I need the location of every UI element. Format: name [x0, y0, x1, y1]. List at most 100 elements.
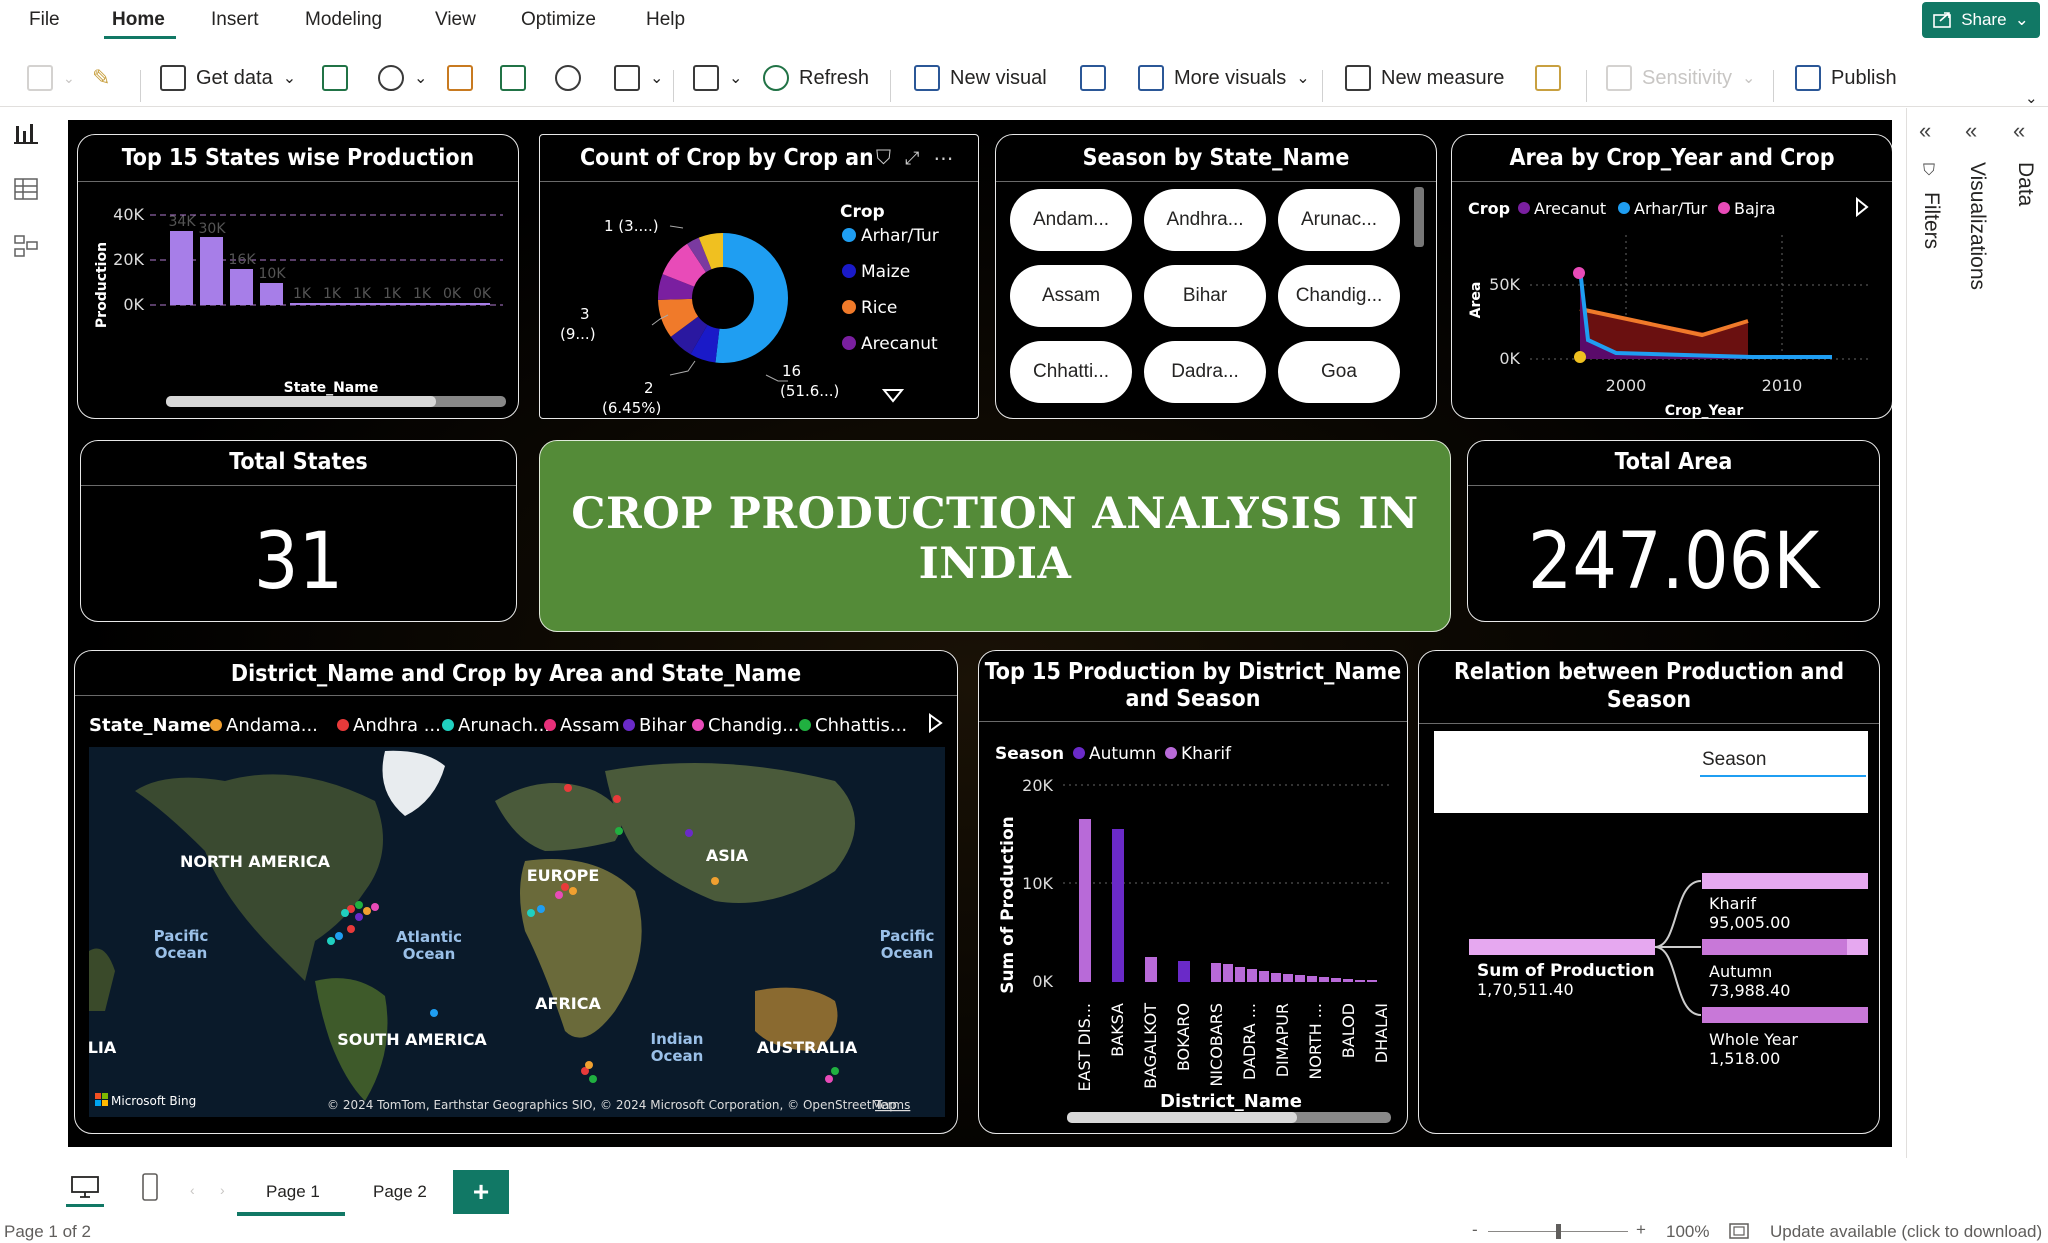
legend-marker	[442, 719, 454, 731]
publish-label: Publish	[1831, 66, 1897, 89]
tree-node-label: Autumn	[1709, 962, 1772, 981]
transform-data-button[interactable]: ⌄	[693, 62, 742, 94]
area-year-chart[interactable]: Area by Crop_Year and Crop Crop Arecanut…	[1451, 134, 1892, 419]
slicer-pill[interactable]: Chandig...	[1278, 265, 1400, 327]
slicer-pill[interactable]: Chhatti...	[1010, 341, 1132, 403]
more-visuals-button[interactable]: More visuals ⌄	[1138, 62, 1310, 94]
fit-to-page-icon[interactable]	[1728, 1222, 1750, 1240]
format-painter-button[interactable]: ✎	[92, 62, 110, 94]
menu-modeling[interactable]: Modeling	[305, 9, 382, 31]
prev-page-icon[interactable]: ‹	[190, 1182, 195, 1198]
legend-marker	[1165, 747, 1177, 759]
menu-file[interactable]: File	[29, 9, 60, 31]
slicer-pill[interactable]: Andam...	[1010, 189, 1132, 251]
menu-home[interactable]: Home	[112, 9, 165, 31]
legend-item: Arecanut	[861, 334, 938, 354]
slice-label: 1 (3....)	[604, 217, 659, 235]
expand-visualizations-icon[interactable]: «	[1965, 118, 1977, 144]
menu-help[interactable]: Help	[646, 9, 685, 31]
table-icon	[500, 65, 526, 91]
total-states-card[interactable]: Total States 31	[80, 440, 517, 622]
bar	[1367, 980, 1377, 982]
season-state-slicer[interactable]: Season by State_Name Andam... Andhra... …	[995, 134, 1437, 419]
x-tick: 2010	[1762, 376, 1803, 395]
legend-item: Arhar/Tur	[1634, 199, 1708, 218]
tree-node-value: 73,988.40	[1709, 981, 1790, 1000]
quick-measure-button[interactable]	[1535, 62, 1561, 94]
legend-title: State_Name	[89, 715, 211, 736]
slicer-pill[interactable]: Bihar	[1144, 265, 1266, 327]
menu-view[interactable]: View	[435, 9, 476, 31]
zoom-in-button[interactable]: +	[1636, 1220, 1646, 1240]
slicer-pill[interactable]: Arunac...	[1278, 189, 1400, 251]
legend-marker	[544, 719, 556, 731]
zoom-slider-thumb[interactable]	[1556, 1224, 1561, 1239]
bar	[290, 303, 490, 305]
visualizations-pane-tab[interactable]: Visualizations	[1965, 162, 1989, 290]
update-available-link[interactable]: Update available (click to download)	[1770, 1222, 2042, 1242]
slicer-pill[interactable]: Dadra...	[1144, 341, 1266, 403]
expand-data-icon[interactable]: «	[2013, 118, 2025, 144]
legend-next-icon	[929, 713, 943, 733]
desktop-layout-icon[interactable]	[70, 1174, 100, 1200]
filters-pane-tab[interactable]: Filters	[1919, 192, 1943, 249]
legend-item: Chandig...	[708, 715, 799, 736]
bar	[1112, 829, 1124, 982]
table-view-icon[interactable]	[14, 178, 38, 200]
total-area-card[interactable]: Total Area 247.06K	[1467, 440, 1880, 622]
slicer-pill[interactable]: Andhra...	[1144, 189, 1266, 251]
sql-button[interactable]	[447, 62, 473, 94]
slicer-scrollbar[interactable]	[1414, 187, 1424, 247]
enter-data-button[interactable]	[500, 62, 526, 94]
expand-filters-icon[interactable]: «	[1919, 118, 1931, 144]
text-box-button[interactable]	[1080, 62, 1106, 94]
mobile-layout-icon[interactable]	[140, 1172, 160, 1202]
legend-item: Andhra ...	[353, 715, 441, 736]
ribbon-separator	[673, 70, 674, 102]
publish-icon	[1795, 65, 1821, 91]
get-data-button[interactable]: Get data ⌄	[160, 62, 296, 94]
dataverse-icon	[555, 65, 581, 91]
y-tick: 0K	[123, 295, 144, 314]
district-map[interactable]: District_Name and Crop by Area and State…	[74, 650, 958, 1134]
refresh-button[interactable]: Refresh	[763, 62, 869, 94]
page-tab-1[interactable]: Page 1	[266, 1182, 320, 1202]
new-visual-button[interactable]: New visual	[914, 62, 1047, 94]
add-page-button[interactable]: +	[453, 1170, 509, 1214]
new-measure-button[interactable]: New measure	[1345, 62, 1504, 94]
legend-scroll-down-icon	[881, 389, 905, 403]
data-pane-tab[interactable]: Data	[2013, 162, 2037, 206]
bar	[1079, 819, 1091, 982]
filter-icon: ⛉	[1923, 162, 1936, 179]
slicer-pill[interactable]: Assam	[1010, 265, 1132, 327]
chevron-down-icon: ⌄	[414, 70, 428, 87]
bar	[1307, 976, 1317, 982]
bar	[1295, 975, 1305, 982]
relation-tree[interactable]: Relation between Production and Season S…	[1418, 650, 1880, 1134]
sensitivity-button[interactable]: Sensitivity ⌄	[1606, 62, 1755, 94]
crop-count-chart[interactable]: Count of Crop by Crop and State_Name ⛉ ⤢…	[539, 134, 979, 419]
publish-button[interactable]: Publish	[1795, 62, 1897, 94]
onelake-button[interactable]: ⌄	[378, 62, 427, 94]
excel-button[interactable]	[322, 62, 348, 94]
share-button[interactable]: Share ⌄	[1922, 2, 2040, 38]
district-production-chart[interactable]: Top 15 Production by District_Name and S…	[978, 650, 1408, 1134]
shield-icon	[1606, 65, 1632, 91]
x-tick: NICOBARS	[1207, 1003, 1226, 1087]
dataverse-button[interactable]	[555, 62, 581, 94]
zoom-out-button[interactable]: -	[1472, 1220, 1478, 1240]
next-page-icon[interactable]: ›	[220, 1182, 225, 1198]
chevron-down-icon: ⌄	[282, 70, 297, 87]
paste-button[interactable]: ⌄	[27, 62, 75, 94]
recent-sources-button[interactable]: ⌄	[614, 62, 663, 94]
x-axis-label: Crop_Year	[1665, 403, 1744, 419]
top-states-chart[interactable]: Top 15 States wise Production Production…	[77, 134, 519, 419]
menu-insert[interactable]: Insert	[211, 9, 259, 31]
page-tab-2[interactable]: Page 2	[373, 1182, 427, 1202]
menu-home-underline	[104, 36, 176, 39]
bar	[1259, 971, 1269, 982]
slicer-pill[interactable]: Goa	[1278, 341, 1400, 403]
report-view-icon[interactable]	[14, 122, 38, 144]
model-view-icon[interactable]	[14, 234, 38, 258]
menu-optimize[interactable]: Optimize	[521, 9, 596, 31]
